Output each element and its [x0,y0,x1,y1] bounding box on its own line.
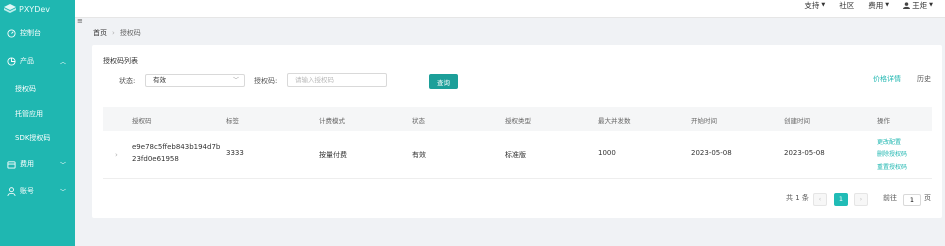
code-cell-line1: e9e78c5ffeb843b194d7b [132,143,221,151]
delete-code-link[interactable]: 删除授权码 [877,149,907,158]
price-details-link[interactable]: 价格详情 [873,74,901,84]
column-header: 标签 [226,117,239,125]
page-number-current[interactable]: 1 [834,193,848,206]
sidebar-item-label: 控制台 [20,29,41,37]
breadcrumb-current: 授权码 [119,29,141,37]
sidebar-item-label: 账号 [20,187,34,195]
nav-user[interactable]: 王炬 ▼ [903,0,933,11]
column-header: 创建时间 [784,117,810,125]
prev-page-button[interactable]: ‹ [813,193,827,206]
chevron-right-icon: › [112,29,115,37]
column-header: 计费模式 [319,117,345,125]
column-header: 授权类型 [505,117,531,125]
chevron-down-icon: ﹀ [232,77,239,84]
edit-config-link[interactable]: 更改配置 [877,137,901,146]
sidebar-subitem-hosted-apps[interactable]: 托管应用 [15,109,43,119]
chevron-down-icon: ▼ [821,2,826,8]
goto-label: 前往 [883,194,897,202]
sidebar-subitem-sdk-auth-code[interactable]: SDK授权码 [15,133,50,143]
sidebar-item-label: 费用 [20,160,34,168]
nav-user-label: 王炬 [912,0,928,10]
pagination-total: 共 1 条 [786,194,809,202]
sidebar-item-account[interactable]: 账号 ﹀ [0,183,75,199]
column-header: 授权码 [132,117,152,125]
history-link[interactable]: 历史 [917,74,931,84]
chevron-down-icon: ﹀ [59,188,66,196]
chevron-down-icon: ▼ [929,2,933,8]
nav-cost-label: 费用 [868,0,884,10]
table-row: › e9e78c5ffeb843b194d7b 23fd0e61958 3333… [103,131,932,179]
nav-cost[interactable]: 费用 ▼ [868,0,889,11]
column-header: 操作 [877,117,890,125]
wallet-icon [7,160,16,169]
expand-row-icon[interactable]: › [115,151,118,159]
create-time-cell: 2023-05-08 [784,149,825,157]
product-icon [7,56,16,66]
nav-community[interactable]: 社区 [839,0,854,11]
goto-page-input[interactable] [903,194,921,206]
next-page-button[interactable]: › [854,193,868,206]
panel-title: 授权码列表 [103,57,138,65]
sidebar-item-product[interactable]: 产品 ︿ [0,53,75,69]
code-cell-line2: 23fd0e61958 [132,155,179,163]
auth-code-panel: 授权码列表 状态: 有效 ﹀ 授权码: 查询 价格详情 历史 授权码 标签 计费… [92,45,942,218]
nav-support[interactable]: 支持 ▼ [804,0,825,11]
nav-support-label: 支持 [804,0,820,10]
chevron-down-icon: ▼ [885,2,890,8]
breadcrumb: 首页 › 授权码 [93,28,141,38]
user-icon [903,1,911,9]
sidebar-item-cost[interactable]: 费用 ﹀ [0,156,75,172]
column-header: 开始时间 [691,117,717,125]
status-filter-label: 状态: [119,77,136,85]
billing-cell: 按量付费 [319,151,347,159]
column-header: 状态 [412,117,425,125]
tag-cell: 3333 [226,149,244,157]
page-suffix-label: 页 [924,194,931,202]
dashboard-icon [7,28,16,38]
start-time-cell: 2023-05-08 [691,149,732,157]
sidebar-item-label: 产品 [20,57,34,65]
status-cell: 有效 [412,151,426,159]
reset-code-link[interactable]: 重置授权码 [877,162,907,171]
concurrency-cell: 1000 [598,149,616,157]
code-search-input[interactable] [287,73,387,87]
status-select-value: 有效 [153,76,166,84]
query-button[interactable]: 查询 [429,74,458,89]
column-header: 最大并发数 [598,117,631,125]
status-select[interactable]: 有效 ﹀ [145,74,245,87]
chevron-down-icon: ﹀ [59,161,66,169]
sidebar-item-dashboard[interactable]: 控制台 [0,25,75,41]
app-title: PXYDev [19,4,51,14]
breadcrumb-home[interactable]: 首页 [93,28,107,38]
chevron-up-icon: ︿ [59,58,66,66]
sidebar: 控制台 产品 ︿ 授权码 托管应用 SDK授权码 费用 ﹀ 账号 ﹀ [0,18,75,246]
menu-toggle-icon[interactable]: ≡ [77,17,83,25]
table-header: 授权码 标签 计费模式 状态 授权类型 最大并发数 开始时间 创建时间 操作 [103,107,932,131]
top-bar: PXYDev 支持 ▼ 社区 费用 ▼ 王炬 ▼ [0,0,945,18]
top-nav: 支持 ▼ 社区 费用 ▼ 王炬 ▼ [804,0,933,10]
logo[interactable]: PXYDev [0,0,75,18]
sidebar-subitem-auth-code[interactable]: 授权码 [15,84,36,94]
logo-icon [4,4,16,13]
user-icon [7,186,16,196]
type-cell: 标准版 [505,151,526,159]
code-filter-label: 授权码: [254,77,278,85]
